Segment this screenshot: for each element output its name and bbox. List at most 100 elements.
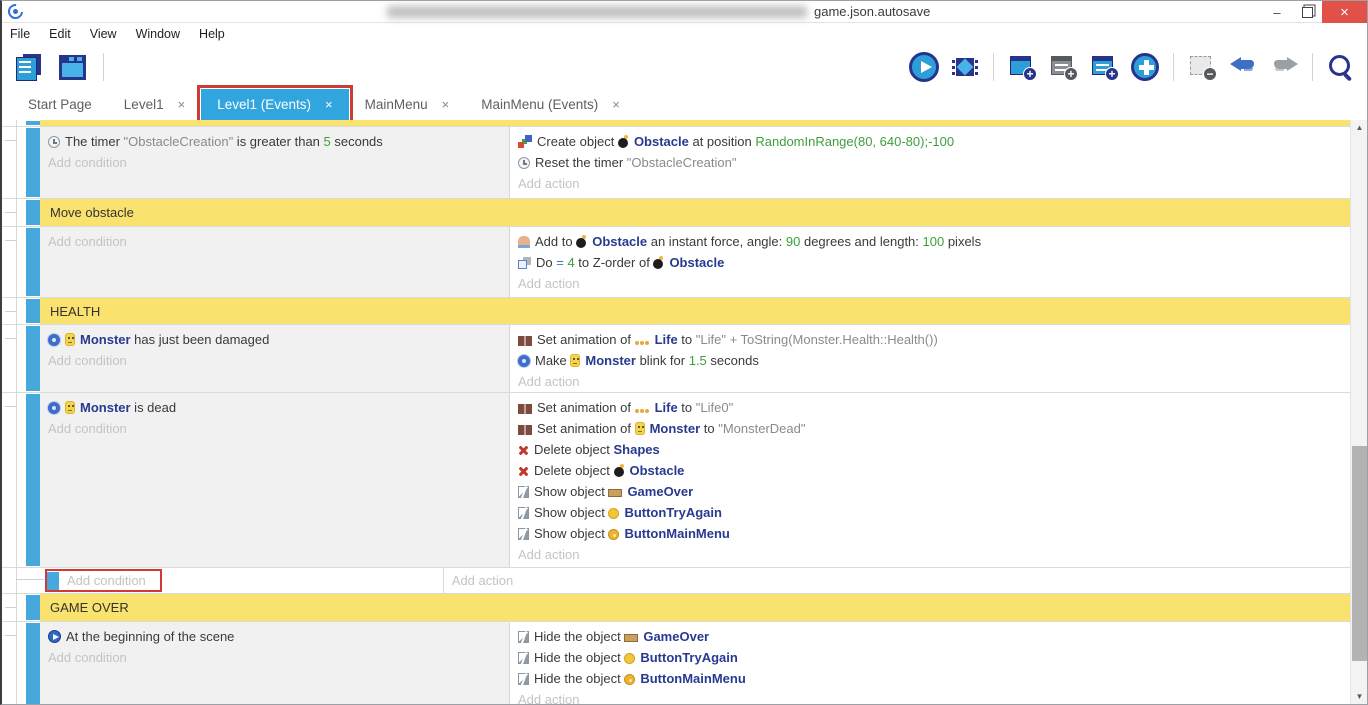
menu-item-window[interactable]: Window xyxy=(136,27,180,41)
action-line[interactable]: Hide the object GameOver xyxy=(510,626,1350,647)
scroll-down-arrow-icon[interactable]: ▼ xyxy=(1351,689,1368,704)
anim-icon xyxy=(518,336,532,346)
text-segment: Delete object xyxy=(534,442,614,457)
action-line[interactable]: Set animation of Life to "Life0" xyxy=(510,397,1350,418)
text-segment: 4 xyxy=(567,255,574,270)
tab-mainmenu-events[interactable]: MainMenu (Events)× xyxy=(465,89,636,120)
action-line[interactable]: Create object Obstacle at position Rando… xyxy=(510,131,1350,152)
group-header-label[interactable]: Move obstacle xyxy=(40,199,1350,226)
highlighted-add-condition[interactable]: Add condition xyxy=(45,569,162,592)
toolbar-button-add-comment-icon[interactable]: + xyxy=(1086,49,1122,85)
action-line[interactable]: Add to Obstacle an instant force, angle:… xyxy=(510,231,1350,252)
restore-button[interactable] xyxy=(1292,1,1322,23)
toolbar-button-add-event-icon[interactable]: + xyxy=(1004,49,1040,85)
action-line[interactable]: Delete object Shapes xyxy=(510,439,1350,460)
toolbar-button-project-manager-icon[interactable] xyxy=(10,49,46,85)
action-placeholder[interactable]: Add action xyxy=(510,544,1350,565)
condition-line[interactable]: At the beginning of the scene xyxy=(40,626,509,647)
menu-item-file[interactable]: File xyxy=(10,27,30,41)
bomb-icon xyxy=(576,235,587,248)
toolbar-button-debug-icon[interactable] xyxy=(947,49,983,85)
text-segment: Hide the object xyxy=(534,650,624,665)
tab-mainmenu[interactable]: MainMenu× xyxy=(349,89,466,120)
scroll-up-arrow-icon[interactable]: ▲ xyxy=(1351,120,1368,135)
action-line[interactable]: Hide the object ButtonTryAgain xyxy=(510,647,1350,668)
action-line[interactable]: Set animation of Monster to "MonsterDead… xyxy=(510,418,1350,439)
action-placeholder[interactable]: Add action xyxy=(510,371,1350,392)
text-segment: Monster xyxy=(80,332,131,347)
toolbar-button-remove-event-icon[interactable]: − xyxy=(1184,49,1220,85)
tab-level1[interactable]: Level1× xyxy=(108,89,201,120)
vertical-scrollbar[interactable]: ▲ ▼ xyxy=(1350,120,1367,704)
text-segment: 100 xyxy=(923,234,945,249)
toolbar-button-undo-icon[interactable] xyxy=(1225,49,1261,85)
menu-item-edit[interactable]: Edit xyxy=(49,27,71,41)
action-line[interactable]: Hide the object ButtonMainMenu xyxy=(510,668,1350,689)
tab-close-icon[interactable]: × xyxy=(178,97,186,112)
group-header-label[interactable]: GAME OVER xyxy=(40,594,1350,621)
action-line[interactable]: Delete object Obstacle xyxy=(510,460,1350,481)
condition-placeholder[interactable]: Add condition xyxy=(40,418,509,439)
action-placeholder[interactable]: Add action xyxy=(510,273,1350,294)
tab-close-icon[interactable]: × xyxy=(612,97,620,112)
text-segment: Obstacle xyxy=(630,463,685,478)
life-icon xyxy=(635,339,650,346)
condition-line[interactable]: The timer "ObstacleCreation" is greater … xyxy=(40,131,509,152)
action-placeholder[interactable]: Add action xyxy=(510,689,1350,704)
toolbar-separator xyxy=(103,53,104,81)
gear-icon xyxy=(48,334,60,346)
remove-event-icon: − xyxy=(1190,56,1214,78)
event-bar xyxy=(26,128,40,197)
text-segment: 90 xyxy=(786,234,800,249)
sub-event-row: Add condition Add action xyxy=(2,567,1350,593)
tab-close-icon[interactable]: × xyxy=(442,97,450,112)
menu-item-view[interactable]: View xyxy=(90,27,117,41)
event-gutter xyxy=(2,127,26,198)
toolbar-button-search-icon[interactable] xyxy=(1323,49,1359,85)
text-segment: Add condition xyxy=(48,353,127,368)
action-line[interactable]: Make Monster blink for 1.5 seconds xyxy=(510,350,1350,371)
text-segment: Add action xyxy=(518,374,579,389)
group-header-label[interactable]: HEALTH xyxy=(40,298,1350,324)
action-line[interactable]: Do = 4 to Z-order of Obstacle xyxy=(510,252,1350,273)
toolbar: +++− xyxy=(2,45,1367,89)
toolbar-button-add-subevent-icon[interactable]: + xyxy=(1045,49,1081,85)
action-line[interactable]: Set animation of Life to "Life" + ToStri… xyxy=(510,329,1350,350)
bomb-icon xyxy=(614,464,625,477)
condition-line[interactable]: Monster has just been damaged xyxy=(40,329,509,350)
toolbar-button-play-icon[interactable] xyxy=(906,49,942,85)
action-line[interactable]: Reset the timer "ObstacleCreation" xyxy=(510,152,1350,173)
action-line[interactable]: Show object ButtonMainMenu xyxy=(510,523,1350,544)
event-row: At the beginning of the sceneAdd conditi… xyxy=(2,621,1350,704)
minimize-button[interactable]: – xyxy=(1262,1,1292,23)
condition-placeholder[interactable]: Add condition xyxy=(40,647,509,668)
visibility-icon xyxy=(518,631,529,643)
event-gutter xyxy=(2,325,26,392)
menu-item-help[interactable]: Help xyxy=(199,27,225,41)
event-row: Monster is deadAdd conditionSet animatio… xyxy=(2,392,1350,567)
events-sheet: The timer "ObstacleCreation" is greater … xyxy=(2,120,1350,704)
tab-close-icon[interactable]: × xyxy=(325,97,333,112)
text-segment: Add action xyxy=(518,547,579,562)
action-line[interactable]: Show object GameOver xyxy=(510,481,1350,502)
condition-placeholder[interactable]: Add condition xyxy=(40,152,509,173)
text-segment: at position xyxy=(689,134,756,149)
condition-placeholder[interactable]: Add condition xyxy=(40,231,509,252)
group-header-move-obstacle: Move obstacle xyxy=(2,198,1350,226)
action-placeholder[interactable]: Add action xyxy=(510,173,1350,194)
toolbar-button-redo-icon[interactable] xyxy=(1266,49,1302,85)
close-button[interactable]: × xyxy=(1322,1,1367,23)
tab-level1-events[interactable]: Level1 (Events)× xyxy=(201,89,348,120)
condition-line[interactable]: Monster is dead xyxy=(40,397,509,418)
text-segment: The timer xyxy=(65,134,124,149)
scrollbar-thumb[interactable] xyxy=(1352,446,1367,661)
project-manager-icon xyxy=(16,54,41,81)
add-condition-placeholder[interactable]: Add condition xyxy=(67,573,146,588)
tab-start-page[interactable]: Start Page xyxy=(12,89,108,120)
add-action-placeholder[interactable]: Add action xyxy=(444,570,1350,591)
action-line[interactable]: Show object ButtonTryAgain xyxy=(510,502,1350,523)
toolbar-button-add-circle-icon[interactable] xyxy=(1127,49,1163,85)
toolbar-button-scene-window-icon[interactable] xyxy=(54,49,90,85)
text-segment: Show object xyxy=(534,484,608,499)
condition-placeholder[interactable]: Add condition xyxy=(40,350,509,371)
